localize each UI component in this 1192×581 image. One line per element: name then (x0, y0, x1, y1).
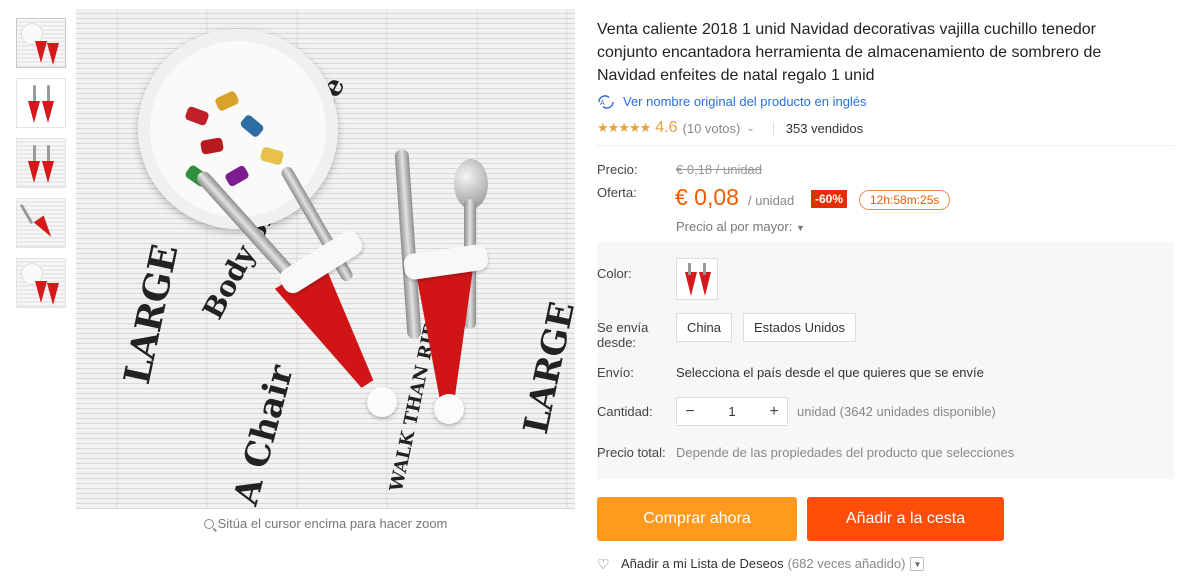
total-price-label: Precio total: (597, 445, 666, 460)
main-product-image[interactable]: Body of Evidence LARGE LARGE WALK THAN R… (76, 9, 575, 509)
thumbnail-list (16, 18, 68, 318)
attributes-section: Color: Se envía desde: China Estados Uni… (597, 242, 1174, 479)
rating-row: ★★★★★ 4.6 (10 votos) ⌄ 353 vendidos (597, 119, 863, 137)
votes-count[interactable]: (10 votos) (683, 121, 741, 136)
color-option-cutlery (688, 263, 691, 275)
zoom-hint: Sitúa el cursor encima para hacer zoom (76, 516, 575, 531)
add-to-cart-button[interactable]: Añadir a la cesta (807, 497, 1004, 541)
original-price: € 0,18 / unidad (676, 162, 763, 177)
color-option[interactable] (676, 258, 718, 300)
wishlist-label[interactable]: Añadir a mi Lista de Deseos (621, 556, 784, 571)
ships-from-option-usa[interactable]: Estados Unidos (743, 313, 857, 342)
original-name-link-text[interactable]: Ver nombre original del producto en ingl… (623, 94, 867, 109)
offer-price: € 0,08 (675, 184, 739, 210)
color-label: Color: (597, 266, 632, 281)
sold-count: 353 vendidos (785, 120, 864, 136)
ships-from-label: Se envía desde: (597, 320, 649, 350)
original-name-link[interactable]: A Ver nombre original del producto en in… (597, 94, 867, 109)
minus-icon[interactable]: − (677, 403, 703, 421)
wishlist-link[interactable]: ♡ Añadir a mi Lista de Deseos (682 veces… (597, 555, 925, 572)
quantity-availability: unidad (3642 unidades disponible) (797, 404, 996, 419)
plus-icon[interactable]: + (761, 403, 787, 421)
wholesale-price-dropdown[interactable]: Precio al por mayor: ▼ (676, 219, 805, 234)
color-option-hat (699, 272, 711, 296)
quantity-input[interactable]: 1 (703, 404, 761, 419)
divider (597, 145, 1174, 146)
offer-label: Oferta: (597, 185, 637, 200)
shipping-label: Envío: (597, 365, 634, 380)
color-option-hat (685, 272, 697, 296)
thumbnail-image (17, 139, 65, 187)
ships-from-option-china[interactable]: China (676, 313, 732, 342)
thumbnail-hat (35, 41, 47, 63)
thumbnail-3[interactable] (16, 138, 66, 188)
star-rating-icon: ★★★★★ (597, 120, 651, 135)
thumbnail-hat (28, 161, 40, 183)
wishlist-count: (682 veces añadido) (787, 556, 906, 571)
santa-hat-pompom (367, 387, 397, 417)
product-title: Venta caliente 2018 1 unid Navidad decor… (597, 21, 1102, 84)
thumbnail-hat (42, 161, 54, 183)
thumbnail-5[interactable] (16, 258, 66, 308)
price-label: Precio: (597, 162, 638, 177)
thumbnail-hat (47, 43, 59, 65)
chevron-down-icon[interactable]: ⌄ (746, 123, 754, 134)
heart-icon: ♡ (597, 555, 610, 572)
discount-badge: -60% (811, 190, 848, 208)
buy-now-button[interactable]: Comprar ahora (597, 497, 797, 541)
shipping-message: Selecciona el país desde el que quieres … (676, 365, 984, 380)
rating-value: 4.6 (655, 119, 678, 136)
thumbnail-1[interactable] (16, 18, 66, 68)
thumbnail-hat (35, 281, 47, 303)
caret-down-icon: ▼ (795, 223, 805, 233)
thumbnail-hat (28, 101, 40, 123)
thumbnail-hat (42, 101, 54, 123)
wholesale-label[interactable]: Precio al por mayor: (676, 219, 792, 234)
quantity-label: Cantidad: (597, 404, 653, 419)
color-option-cutlery (703, 263, 706, 275)
total-price-message: Depende de las propiedades del producto … (676, 445, 1015, 460)
thumbnail-2[interactable] (16, 78, 66, 128)
magnifier-icon (203, 519, 214, 529)
countdown-timer: 12h:58m:25s (859, 190, 951, 210)
divider (772, 121, 774, 135)
zoom-hint-text: Sitúa el cursor encima para hacer zoom (217, 516, 448, 531)
quantity-stepper: − 1 + (676, 397, 788, 426)
offer-unit: / unidad (748, 193, 795, 208)
translate-icon: A (598, 94, 614, 109)
chevron-down-icon[interactable]: ▼ (910, 556, 925, 571)
thumbnail-4[interactable] (16, 198, 66, 248)
santa-hat-pompom (434, 394, 464, 424)
thumbnail-hat (47, 283, 59, 305)
svg-text:A: A (600, 100, 605, 107)
